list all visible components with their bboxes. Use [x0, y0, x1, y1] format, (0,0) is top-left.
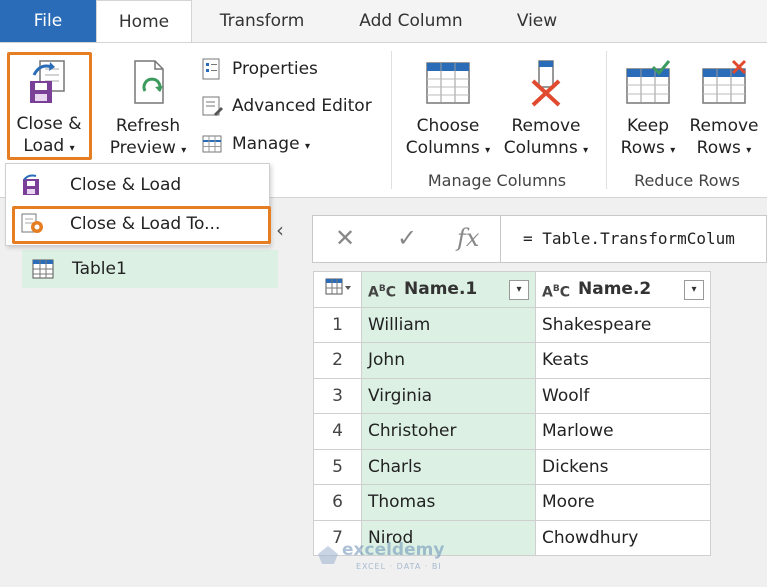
keep-rows-label-2: Rows ▾ [620, 138, 676, 158]
collapse-pane-icon[interactable]: ‹ [276, 218, 284, 242]
group-label-reduce-rows: Reduce Rows [634, 171, 740, 190]
remove-rows-label-1: Remove [689, 116, 759, 136]
watermark-sub: EXCEL · DATA · BI [356, 562, 442, 571]
data-grid: ABC Name.1 ▾ ABC Name.2 ▾ 1 William Shakes… [313, 271, 711, 556]
manage-icon [202, 135, 222, 153]
table-cell[interactable]: John [361, 342, 536, 379]
column-header-name2[interactable]: ABC Name.2 ▾ [535, 271, 711, 310]
table-menu-icon [325, 278, 351, 295]
remove-rows-icon [702, 59, 747, 104]
formula-bar: ✕ ✓ fx = Table.TransformColum [312, 215, 767, 263]
table-cell[interactable]: Dickens [535, 448, 711, 485]
close-load-icon [23, 174, 39, 195]
advanced-editor-icon [202, 96, 223, 116]
table-cell[interactable]: Shakespeare [535, 306, 711, 343]
refresh-preview-label-1: Refresh [115, 116, 181, 136]
manage-label: Manage ▾ [232, 134, 310, 154]
text-type-icon[interactable]: ABC [368, 272, 396, 310]
header-row: ABC Name.1 ▾ ABC Name.2 ▾ [313, 271, 711, 310]
row-number[interactable]: 1 [313, 306, 362, 343]
row-number[interactable]: 4 [313, 413, 362, 450]
group-label-manage-columns: Manage Columns [427, 171, 567, 190]
close-load-to-highlight [12, 206, 271, 244]
tab-transform[interactable]: Transform [200, 0, 324, 42]
table-icon [32, 259, 54, 279]
advanced-editor-label: Advanced Editor [232, 96, 372, 116]
table-row: 4 Christoher Marlowe [313, 413, 711, 450]
column-header-name1[interactable]: ABC Name.1 ▾ [361, 271, 536, 310]
table-menu-button[interactable] [313, 271, 362, 308]
ribbon-separator [606, 51, 607, 189]
menu-item-close-load-label: Close & Load [70, 175, 182, 195]
fx-icon[interactable]: fx [457, 224, 479, 252]
row-number[interactable]: 3 [313, 377, 362, 414]
column-header-label: Name.1 [404, 279, 478, 300]
tab-file[interactable]: File [0, 0, 96, 42]
table-cell[interactable]: Woolf [535, 377, 711, 414]
table-row: 6 Thomas Moore [313, 484, 711, 521]
table-cell[interactable]: Thomas [361, 484, 536, 521]
text-type-icon[interactable]: ABC [542, 272, 570, 310]
keep-rows-button[interactable]: Keep Rows ▾ [612, 55, 684, 158]
refresh-icon [134, 60, 164, 104]
table-cell[interactable]: Charls [361, 448, 536, 485]
close-load-highlight [7, 52, 92, 160]
table-cell[interactable]: Marlowe [535, 413, 711, 450]
column-header-label: Name.2 [578, 279, 652, 300]
table-cell[interactable]: Keats [535, 342, 711, 379]
choose-columns-label-1: Choose [416, 116, 480, 136]
table-row: 1 William Shakespeare [313, 306, 711, 343]
tab-home[interactable]: Home [96, 0, 192, 42]
choose-columns-label-2: Columns ▾ [405, 138, 491, 158]
table-cell[interactable]: Chowdhury [535, 519, 711, 556]
remove-columns-button[interactable]: Remove Columns ▾ [498, 55, 594, 158]
row-number[interactable]: 5 [313, 448, 362, 485]
table-cell[interactable]: Virginia [361, 377, 536, 414]
remove-columns-icon [531, 60, 561, 107]
query-item-table1[interactable]: Table1 [22, 250, 278, 288]
refresh-preview-button[interactable]: Refresh Preview ▾ [104, 55, 192, 158]
table-row: 3 Virginia Woolf [313, 377, 711, 414]
tab-add-column[interactable]: Add Column [340, 0, 482, 42]
keep-rows-label-1: Keep [626, 116, 669, 136]
confirm-icon[interactable]: ✓ [397, 224, 417, 252]
keep-rows-icon [626, 60, 671, 104]
formula-bar-buttons: ✕ ✓ fx [313, 216, 501, 262]
remove-columns-label-1: Remove [511, 116, 581, 136]
ribbon-separator [391, 51, 392, 189]
remove-rows-label-2: Rows ▾ [696, 138, 752, 158]
table-row: 5 Charls Dickens [313, 448, 711, 485]
table-cell[interactable]: Moore [535, 484, 711, 521]
filter-dropdown-icon[interactable]: ▾ [509, 280, 529, 301]
remove-columns-label-2: Columns ▾ [503, 138, 589, 158]
refresh-preview-label-2: Preview ▾ [109, 138, 187, 158]
choose-columns-icon [426, 62, 470, 104]
table-row: 2 John Keats [313, 342, 711, 379]
cancel-icon[interactable]: ✕ [335, 224, 355, 252]
row-number[interactable]: 6 [313, 484, 362, 521]
row-number[interactable]: 2 [313, 342, 362, 379]
remove-rows-button[interactable]: Remove Rows ▾ [686, 55, 762, 158]
choose-columns-button[interactable]: Choose Columns ▾ [400, 55, 496, 158]
formula-input[interactable]: = Table.TransformColum [523, 229, 766, 248]
watermark-name: exceldemy [342, 540, 445, 560]
menu-item-close-load[interactable]: Close & Load [6, 166, 269, 204]
watermark: exceldemy EXCEL · DATA · BI [312, 540, 452, 574]
table-cell[interactable]: William [361, 306, 536, 343]
ribbon-tab-bar: File Home Transform Add Column View [0, 0, 767, 42]
properties-icon [202, 58, 220, 80]
table-cell[interactable]: Christoher [361, 413, 536, 450]
properties-label: Properties [232, 59, 318, 79]
watermark-logo-icon [318, 546, 338, 564]
query-name: Table1 [72, 259, 127, 279]
tab-view[interactable]: View [498, 0, 576, 42]
filter-dropdown-icon[interactable]: ▾ [684, 280, 704, 301]
